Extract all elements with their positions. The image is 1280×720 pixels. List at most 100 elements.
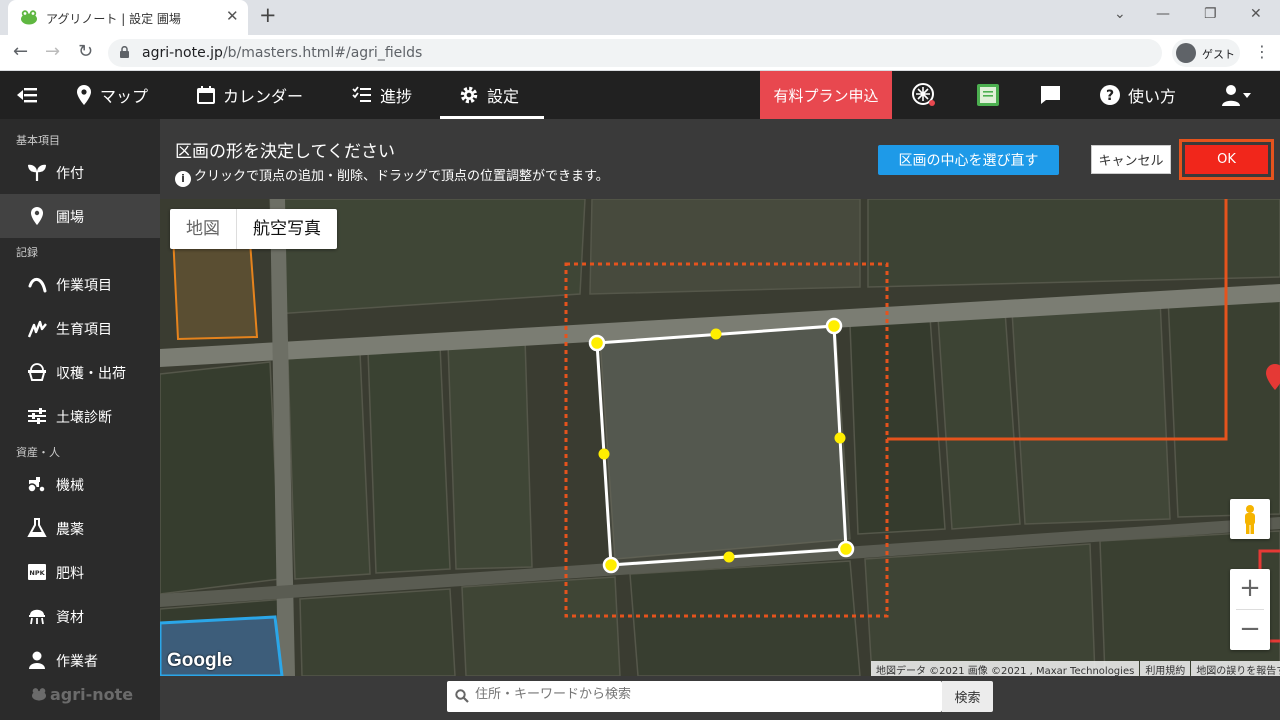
person-icon (29, 651, 45, 669)
restore-icon[interactable]: ❐ (1204, 6, 1217, 22)
url-text: agri-note.jp/b/masters.html#/agri_fields (142, 45, 422, 61)
growth-icon (27, 320, 47, 338)
sliders-icon (28, 408, 46, 424)
sidebar-item-material[interactable]: 資材 (0, 594, 160, 638)
weather-icon (912, 83, 935, 106)
polygon-vertex[interactable] (602, 556, 620, 574)
sidebar-item-label: 作付 (56, 166, 84, 182)
sidebar-item-crop[interactable]: 作付 (0, 150, 160, 194)
app-logo: agri-note (30, 685, 133, 704)
browser-tab[interactable]: アグリノート | 設定 圃場 ✕ (8, 0, 248, 35)
collapse-arrow-icon (17, 88, 37, 103)
avatar-icon (1176, 43, 1196, 63)
sidebar-item-worker[interactable]: 作業者 (0, 638, 160, 682)
messages-button[interactable] (1040, 71, 1061, 119)
sidebar-item-pesticide[interactable]: 農薬 (0, 506, 160, 550)
map-type-aerial-button[interactable]: 航空写真 (237, 209, 337, 249)
attribution-text: 地図データ ©2021 画像 ©2021 , Maxar Technologie… (871, 661, 1140, 676)
notebook-icon (977, 84, 999, 106)
svg-text:NPK: NPK (29, 569, 45, 577)
info-icon: i (175, 171, 191, 187)
nav-progress-label: 進捗 (380, 87, 413, 106)
url-field[interactable]: agri-note.jp/b/masters.html#/agri_fields (108, 39, 1162, 67)
chat-bubble-icon (1041, 86, 1060, 104)
reload-icon[interactable]: ↻ (78, 41, 93, 62)
nav-calendar[interactable]: カレンダー (197, 71, 303, 119)
polygon-midpoint[interactable] (834, 432, 846, 444)
app-header: マップ カレンダー 進捗 設定 有料プラン申込 ? 使い方 (0, 71, 1280, 119)
lock-icon (120, 46, 129, 58)
weather-button[interactable] (911, 71, 937, 119)
instruction-hint-text: クリックで頂点の追加・削除、ドラッグで頂点の位置調整ができます。 (194, 169, 609, 184)
map-canvas[interactable]: 地図 航空写真 + − Google 地図データ ©2021 画像 ©2021 … (160, 199, 1280, 676)
polygon-midpoint[interactable] (723, 551, 735, 563)
sidebar-item-label: 圃場 (56, 210, 84, 226)
nav-map-label: マップ (100, 87, 149, 106)
sidebar-item-label: 土壌診断 (56, 410, 112, 426)
zoom-out-button[interactable]: − (1230, 610, 1270, 650)
nav-progress[interactable]: 進捗 (352, 71, 412, 119)
cancel-button[interactable]: キャンセル (1091, 145, 1171, 174)
sidebar-item-growth[interactable]: 生育項目 (0, 306, 160, 350)
notebook-button[interactable] (976, 71, 1000, 119)
report-error-link[interactable]: 地図の誤りを報告する (1191, 661, 1280, 676)
map-type-toggle: 地図 航空写真 (170, 209, 337, 249)
sidebar-item-machine[interactable]: 機械 (0, 462, 160, 506)
google-logo: Google (167, 650, 233, 671)
location-pin-icon (31, 207, 43, 225)
search-button[interactable]: 検索 (942, 681, 993, 712)
polygon-midpoint[interactable] (598, 448, 610, 460)
sidebar-item-field[interactable]: 圃場 (0, 194, 160, 238)
tab-close-icon[interactable]: ✕ (226, 7, 239, 25)
instruction-hint: i クリックで頂点の追加・削除、ドラッグで頂点の位置調整ができます。 (175, 165, 609, 187)
sidebar-item-label: 作業項目 (56, 278, 112, 294)
basket-icon (28, 363, 46, 381)
forward-arrow-icon[interactable]: → (45, 41, 60, 62)
map-pin-icon (77, 85, 91, 105)
search-input[interactable] (475, 687, 935, 702)
browser-menu-icon[interactable]: ⋮ (1254, 42, 1270, 61)
sidebar-item-soil[interactable]: 土壌診断 (0, 394, 160, 438)
instruction-bar: 区画の形を決定してください i クリックで頂点の追加・削除、ドラッグで頂点の位置調… (160, 119, 1280, 199)
tab-search-icon[interactable]: ⌄ (1114, 6, 1126, 22)
polygon-vertex[interactable] (837, 540, 855, 558)
sidebar-section-assets: 資産・人 (16, 446, 60, 459)
nav-map[interactable]: マップ (76, 71, 148, 119)
paid-plan-button[interactable]: 有料プラン申込 (760, 71, 892, 119)
url-path: /b/masters.html#/agri_fields (222, 45, 423, 61)
polygon-vertex[interactable] (588, 334, 606, 352)
profile-button[interactable]: ゲスト (1172, 39, 1240, 67)
checklist-icon (352, 86, 371, 102)
new-tab-button[interactable]: + (259, 3, 277, 27)
help-label: 使い方 (1128, 87, 1177, 106)
collapse-menu-button[interactable] (16, 71, 38, 119)
ok-highlight-box: OK (1179, 139, 1274, 180)
search-bar: 検索 (160, 676, 1280, 720)
sidebar: 基本項目 作付 圃場 記録 作業項目 生育項目 収穫・出荷 土壌診断 資産・人 … (0, 119, 160, 720)
help-button[interactable]: ? 使い方 (1100, 71, 1176, 119)
sidebar-item-fertilizer[interactable]: NPK 肥料 (0, 550, 160, 594)
terms-link[interactable]: 利用規約 (1140, 661, 1191, 676)
polygon-midpoint[interactable] (710, 328, 722, 340)
map-type-map-button[interactable]: 地図 (170, 209, 237, 249)
nav-settings-label: 設定 (487, 87, 520, 106)
nav-calendar-label: カレンダー (223, 87, 304, 106)
field-polygon[interactable] (595, 324, 848, 567)
minimize-icon[interactable]: — (1156, 6, 1170, 22)
window-close-icon[interactable]: ✕ (1250, 6, 1262, 22)
back-arrow-icon[interactable]: ← (13, 41, 28, 62)
material-icon (29, 609, 45, 625)
nav-settings[interactable]: 設定 (459, 71, 519, 119)
account-menu-button[interactable] (1222, 71, 1252, 119)
sidebar-item-harvest[interactable]: 収穫・出荷 (0, 350, 160, 394)
reselect-center-button[interactable]: 区画の中心を選び直す (878, 145, 1059, 175)
sidebar-item-work[interactable]: 作業項目 (0, 262, 160, 306)
zoom-in-button[interactable]: + (1230, 569, 1270, 609)
street-view-button[interactable] (1230, 499, 1270, 539)
pegman-icon (1245, 505, 1255, 534)
zoom-control: + − (1230, 569, 1270, 650)
sidebar-item-label: 農薬 (56, 522, 84, 538)
frog-favicon-icon (21, 10, 37, 25)
ok-button[interactable]: OK (1185, 145, 1268, 174)
polygon-vertex[interactable] (825, 317, 843, 335)
